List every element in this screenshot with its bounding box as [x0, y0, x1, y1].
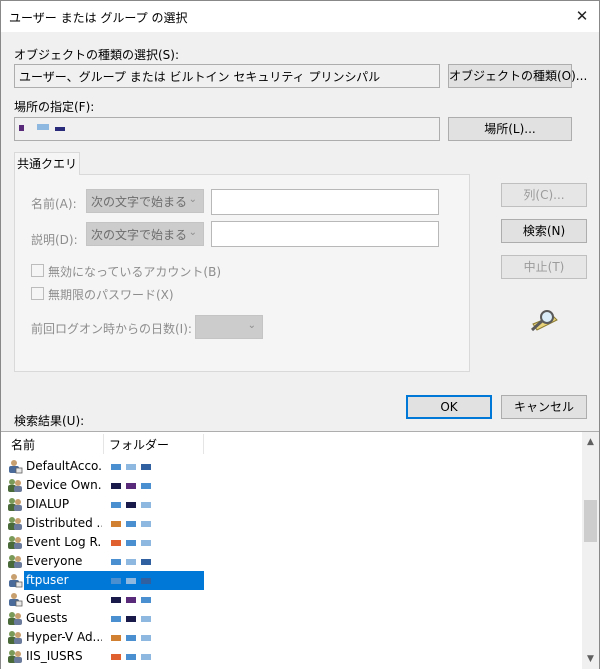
list-item[interactable]: Everyone — [1, 552, 583, 571]
list-item-name: DIALUP — [26, 497, 70, 511]
redacted-folder — [111, 559, 157, 566]
redacted-folder — [111, 540, 157, 547]
scrollbar-thumb[interactable] — [584, 500, 597, 542]
stop-button: 中止(T) — [501, 255, 587, 279]
list-item-name: Guest — [26, 592, 62, 606]
description-input — [211, 221, 439, 247]
user-icon — [9, 460, 23, 474]
redacted-folder — [111, 464, 157, 471]
select-users-or-groups-dialog: ユーザー または グループ の選択 ✕ オブジェクトの種類の選択(S): ユーザ… — [0, 0, 600, 669]
name-label: 名前(A): — [31, 197, 77, 211]
list-item[interactable]: Distributed ... — [1, 514, 583, 533]
disabled-accounts-label: 無効になっているアカウント(B) — [48, 265, 221, 279]
search-results-label: 検索結果(U): — [14, 414, 85, 428]
name-input — [211, 189, 439, 215]
list-item[interactable]: Event Log R... — [1, 533, 583, 552]
column-header-name[interactable]: 名前 — [11, 436, 35, 453]
chevron-down-icon: ⌄ — [247, 320, 256, 331]
title-bar: ユーザー または グループ の選択 ✕ — [1, 1, 599, 32]
window-title: ユーザー または グループ の選択 — [9, 11, 188, 25]
description-match-combo: 次の文字で始まる ⌄ — [86, 222, 204, 246]
column-header-folder[interactable]: フォルダー — [109, 436, 169, 453]
group-icon — [8, 612, 22, 625]
list-item-name: Everyone — [26, 554, 83, 568]
description-label: 説明(D): — [31, 233, 78, 247]
tab-common-queries[interactable]: 共通クエリ — [14, 152, 80, 175]
list-item-name: Event Log R... — [26, 535, 102, 549]
scroll-up-icon[interactable]: ▲ — [582, 434, 599, 451]
group-icon — [8, 498, 22, 511]
location-label: 場所の指定(F): — [14, 100, 95, 114]
list-item[interactable]: IIS_IUSRS — [1, 647, 583, 666]
redacted-location-mark — [55, 127, 65, 131]
redacted-folder — [111, 578, 157, 585]
list-item[interactable]: DefaultAcco... — [1, 457, 583, 476]
redacted-folder — [111, 654, 157, 661]
common-queries-panel: 名前(A): 次の文字で始まる ⌄ 説明(D): 次の文字で始まる ⌄ 無効にな… — [14, 174, 470, 372]
disabled-accounts-checkbox — [31, 264, 44, 277]
location-field — [14, 117, 440, 141]
list-item-name: ftpuser — [26, 573, 69, 587]
group-icon — [8, 536, 22, 549]
list-item-name: Hyper-V Ad... — [26, 630, 102, 644]
list-item[interactable]: ftpuser — [1, 571, 583, 590]
object-types-field: ユーザー、グループ または ビルトイン セキュリティ プリンシパル — [14, 64, 440, 88]
redacted-folder — [111, 483, 157, 490]
redacted-location-mark — [37, 124, 49, 130]
list-item-name: Device Own... — [26, 478, 102, 492]
ok-button[interactable]: OK — [406, 395, 492, 419]
list-item[interactable]: Guests — [1, 609, 583, 628]
description-match-combo-value: 次の文字で始まる — [91, 228, 188, 242]
group-icon — [8, 631, 22, 644]
object-types-label: オブジェクトの種類の選択(S): — [14, 48, 180, 62]
cancel-button[interactable]: キャンセル — [501, 395, 587, 419]
object-types-button[interactable]: オブジェクトの種類(O)... — [448, 64, 587, 88]
non-expiring-password-label: 無期限のパスワード(X) — [48, 288, 174, 302]
column-divider[interactable] — [203, 434, 204, 454]
search-magnifier-icon — [530, 310, 558, 332]
list-item-name: Guests — [26, 611, 68, 625]
redacted-folder — [111, 616, 157, 623]
columns-button: 列(C)... — [501, 183, 587, 207]
non-expiring-password-checkbox — [31, 287, 44, 300]
chevron-down-icon: ⌄ — [188, 194, 197, 205]
redacted-folder — [111, 635, 157, 642]
search-results-list[interactable]: 名前 フォルダー DefaultAcco... Device Own... DIAL… — [1, 431, 599, 669]
redacted-location-mark — [19, 125, 24, 131]
redacted-folder — [111, 521, 157, 528]
group-icon — [8, 555, 22, 568]
name-match-combo: 次の文字で始まる ⌄ — [86, 189, 204, 213]
close-icon[interactable]: ✕ — [571, 5, 593, 27]
list-item-name: IIS_IUSRS — [26, 649, 83, 663]
results-header: 名前 フォルダー — [1, 432, 583, 455]
user-icon — [9, 574, 23, 588]
group-icon — [8, 650, 22, 663]
list-item[interactable]: Device Own... — [1, 476, 583, 495]
user-icon — [9, 593, 23, 607]
list-item-name: Distributed ... — [26, 516, 102, 530]
vertical-scrollbar[interactable]: ▲ ▼ — [582, 432, 599, 669]
chevron-down-icon: ⌄ — [188, 227, 197, 238]
list-item[interactable]: Hyper-V Ad... — [1, 628, 583, 647]
column-divider[interactable] — [103, 434, 104, 454]
list-item[interactable]: Guest — [1, 590, 583, 609]
days-since-logon-label: 前回ログオン時からの日数(I): — [31, 322, 192, 336]
days-since-logon-combo: ⌄ — [195, 315, 263, 339]
group-icon — [8, 517, 22, 530]
redacted-folder — [111, 502, 157, 509]
list-item[interactable]: DIALUP — [1, 495, 583, 514]
name-match-combo-value: 次の文字で始まる — [91, 195, 188, 209]
group-icon — [8, 479, 22, 492]
location-button[interactable]: 場所(L)... — [448, 117, 572, 141]
scroll-down-icon[interactable]: ▼ — [582, 651, 599, 668]
redacted-folder — [111, 597, 157, 604]
search-button[interactable]: 検索(N) — [501, 219, 587, 243]
list-item-name: DefaultAcco... — [26, 459, 102, 473]
